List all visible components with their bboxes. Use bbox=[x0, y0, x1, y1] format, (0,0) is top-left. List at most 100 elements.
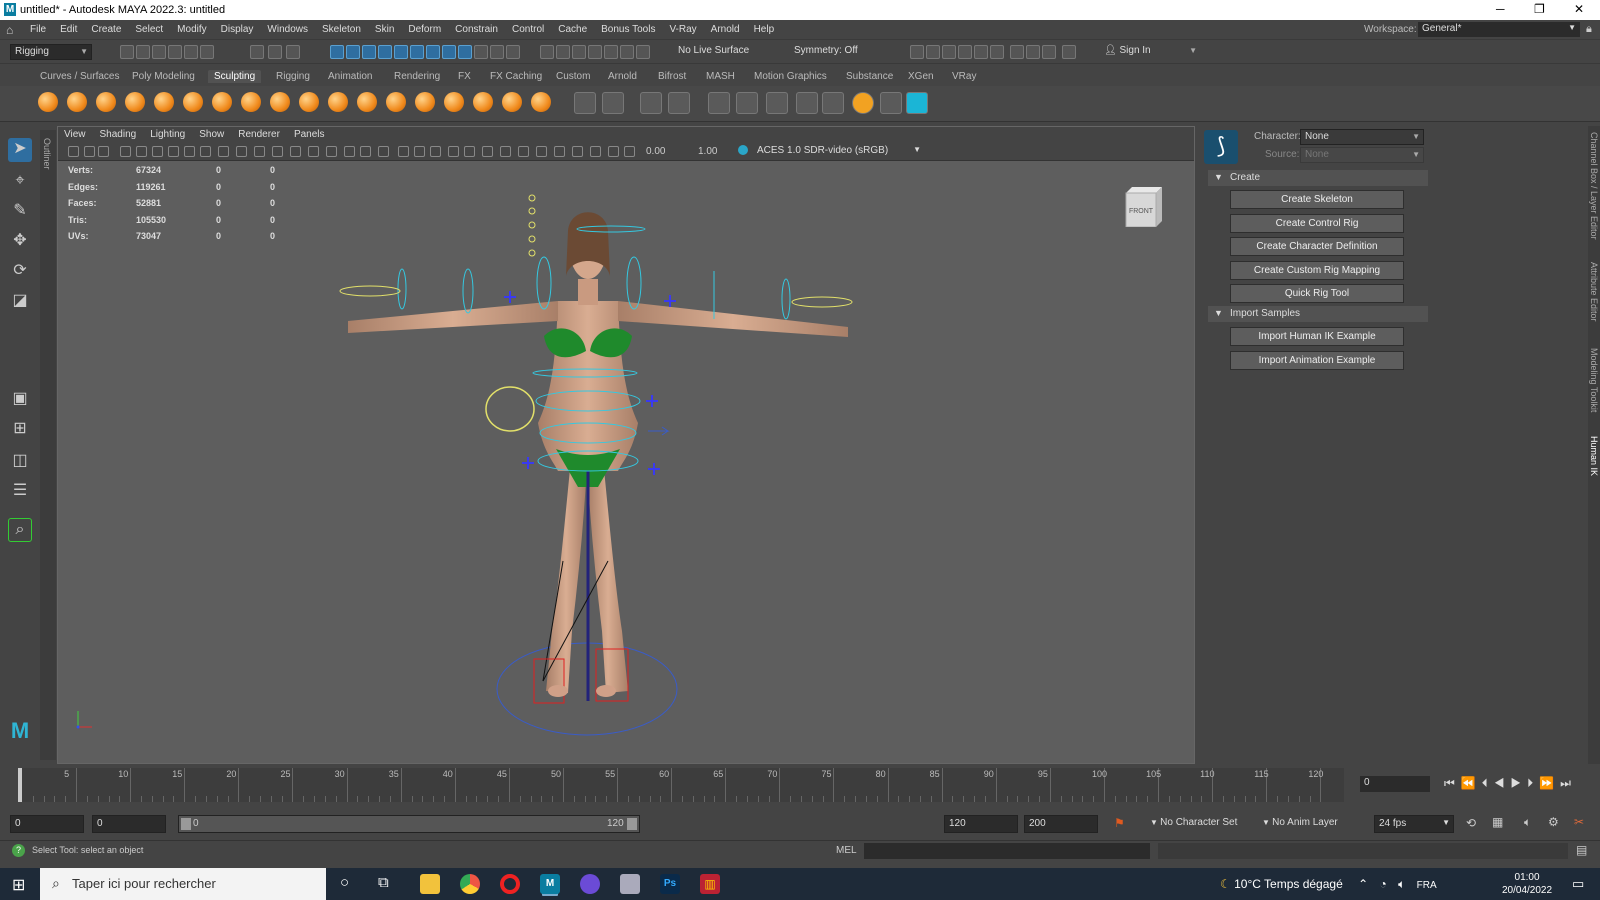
mel-label[interactable]: MEL bbox=[836, 845, 857, 856]
human-ik-logo-icon[interactable]: ⟆ bbox=[1204, 130, 1238, 164]
statusline-tool-icon[interactable] bbox=[1042, 45, 1056, 59]
statusline-tool-icon[interactable] bbox=[120, 45, 134, 59]
statusline-tool-icon[interactable] bbox=[268, 45, 282, 59]
symmetry-field[interactable]: Symmetry: Off bbox=[790, 44, 880, 60]
statusline-tool-icon[interactable] bbox=[136, 45, 150, 59]
statusline-tool-icon[interactable] bbox=[286, 45, 300, 59]
shelf-tool-icon[interactable] bbox=[574, 92, 596, 114]
viewport-tool-icon[interactable] bbox=[136, 146, 147, 157]
right-wrist-control[interactable] bbox=[781, 278, 791, 320]
viewport-tool-icon[interactable] bbox=[254, 146, 265, 157]
shelf-tab-bifrost[interactable]: Bifrost bbox=[652, 70, 692, 83]
side-tab-modeling-toolkit[interactable]: Modeling Toolkit bbox=[1589, 348, 1599, 412]
viewport-tool-icon[interactable] bbox=[572, 146, 583, 157]
shelf-tool-icon[interactable] bbox=[822, 92, 844, 114]
statusline-tool-icon[interactable] bbox=[958, 45, 972, 59]
home-icon[interactable]: ⌂ bbox=[6, 23, 13, 37]
shelf-tab-arnold[interactable]: Arnold bbox=[602, 70, 643, 83]
character-set-dropdown[interactable]: ▼ No Character Set bbox=[1146, 815, 1256, 833]
shelf-tool-icon[interactable] bbox=[880, 92, 902, 114]
viewport-tool-icon[interactable] bbox=[378, 146, 389, 157]
menu-item-cache[interactable]: Cache bbox=[558, 24, 587, 35]
menu-item-display[interactable]: Display bbox=[221, 24, 254, 35]
left-elbow-control[interactable] bbox=[397, 268, 407, 310]
viewport-tool-icon[interactable] bbox=[414, 146, 425, 157]
side-tab-human-ik[interactable]: Human IK bbox=[1589, 436, 1599, 476]
create-character-definition-button[interactable]: Create Character Definition bbox=[1230, 237, 1404, 256]
menu-item-skin[interactable]: Skin bbox=[375, 24, 394, 35]
outliner-layout-icon[interactable]: ☰ bbox=[8, 480, 32, 504]
shelf-tab-rendering[interactable]: Rendering bbox=[388, 70, 446, 83]
loop-icon[interactable]: ⟲ bbox=[1466, 816, 1476, 830]
weather-text[interactable]: 10°C Temps dégagé bbox=[1234, 877, 1343, 891]
menu-item-skeleton[interactable]: Skeleton bbox=[322, 24, 361, 35]
left-shoulder-control[interactable] bbox=[462, 268, 474, 314]
statusline-tool-icon[interactable] bbox=[604, 45, 618, 59]
menu-item-file[interactable]: File bbox=[30, 24, 46, 35]
close-icon[interactable]: ✕ bbox=[1574, 2, 1584, 16]
playback-controls[interactable]: ⏮⏪⏴◀▶⏵⏩⏭ bbox=[1444, 776, 1577, 791]
viewport-tool-icon[interactable] bbox=[84, 146, 95, 157]
import-human-ik-example-button[interactable]: Import Human IK Example bbox=[1230, 327, 1404, 346]
sculpt-brush-icon[interactable] bbox=[96, 92, 116, 112]
menu-item-create[interactable]: Create bbox=[91, 24, 121, 35]
statusline-tool-icon[interactable] bbox=[620, 45, 634, 59]
shelf-tab-substance[interactable]: Substance bbox=[840, 70, 899, 83]
file-explorer-icon[interactable] bbox=[420, 874, 440, 894]
shelf-tab-motion-graphics[interactable]: Motion Graphics bbox=[748, 70, 833, 83]
viewport-tool-icon[interactable] bbox=[344, 146, 355, 157]
statusline-tool-icon[interactable] bbox=[426, 45, 440, 59]
lock-icon[interactable]: 🔒︎ bbox=[1586, 23, 1592, 36]
task-view-icon[interactable]: ⧉ bbox=[378, 874, 389, 891]
end-time-field[interactable]: 120 bbox=[944, 815, 1018, 833]
windows-start-icon[interactable]: ⊞ bbox=[12, 875, 25, 895]
command-line-input[interactable] bbox=[864, 843, 1150, 859]
sculpt-brush-icon[interactable] bbox=[473, 92, 493, 112]
viewport-tool-icon[interactable] bbox=[290, 146, 301, 157]
paint-select-tool-icon[interactable]: ✎ bbox=[8, 200, 32, 224]
rotate-tool-icon[interactable]: ⟳ bbox=[8, 260, 32, 284]
viewport-tool-icon[interactable] bbox=[554, 146, 565, 157]
sculpt-brush-icon[interactable] bbox=[125, 92, 145, 112]
statusline-tool-icon[interactable] bbox=[556, 45, 570, 59]
notification-icon[interactable]: ▭ bbox=[1572, 876, 1584, 892]
shelf-tab-custom[interactable]: Custom bbox=[550, 70, 596, 83]
start-time-field[interactable]: 0 bbox=[10, 815, 84, 833]
viewport-menu-view[interactable]: View bbox=[64, 127, 86, 143]
side-tab-channel-box-layer-editor[interactable]: Channel Box / Layer Editor bbox=[1589, 132, 1599, 240]
viewport-scene[interactable] bbox=[58, 161, 1194, 765]
viewport-tool-icon[interactable] bbox=[98, 146, 109, 157]
sculpt-brush-icon[interactable] bbox=[386, 92, 406, 112]
shelf-tool-icon[interactable] bbox=[708, 92, 730, 114]
viewport-tool-icon[interactable] bbox=[448, 146, 459, 157]
colorspace-dropdown[interactable]: ACES 1.0 SDR-video (sRGB) ▼ bbox=[754, 145, 924, 158]
statusline-tool-icon[interactable] bbox=[910, 45, 924, 59]
sculpt-brush-icon[interactable] bbox=[357, 92, 377, 112]
neck-controls[interactable] bbox=[528, 194, 536, 257]
viewport-tool-icon[interactable] bbox=[120, 146, 131, 157]
statusline-tool-icon[interactable] bbox=[250, 45, 264, 59]
menu-item-modify[interactable]: Modify bbox=[177, 24, 206, 35]
network-icon[interactable]: ◔ bbox=[1380, 877, 1387, 891]
shelf-tab-fx-caching[interactable]: FX Caching bbox=[484, 70, 548, 83]
viewport-tool-icon[interactable] bbox=[398, 146, 409, 157]
range-start-handle[interactable] bbox=[181, 818, 191, 830]
viewport-menu-renderer[interactable]: Renderer bbox=[238, 127, 280, 143]
menu-item-arnold[interactable]: Arnold bbox=[711, 24, 740, 35]
quick-rig-tool-button[interactable]: Quick Rig Tool bbox=[1230, 284, 1404, 303]
minimize-icon[interactable]: ─ bbox=[1496, 2, 1505, 16]
fps-dropdown[interactable]: 24 fps ▼ bbox=[1374, 815, 1454, 833]
statusline-tool-icon[interactable] bbox=[394, 45, 408, 59]
statusline-tool-icon[interactable] bbox=[442, 45, 456, 59]
outliner-tab[interactable]: Outliner bbox=[40, 130, 56, 760]
statusline-tool-icon[interactable] bbox=[330, 45, 344, 59]
create-control-rig-button[interactable]: Create Control Rig bbox=[1230, 213, 1404, 233]
gamma-field[interactable]: 1.00 bbox=[698, 146, 717, 157]
statusline-tool-icon[interactable] bbox=[572, 45, 586, 59]
live-surface-field[interactable]: No Live Surface bbox=[674, 44, 774, 60]
anim-end-field[interactable]: 200 bbox=[1024, 815, 1098, 833]
sculpt-brush-icon[interactable] bbox=[67, 92, 87, 112]
statusline-tool-icon[interactable] bbox=[990, 45, 1004, 59]
statusline-tool-icon[interactable] bbox=[1010, 45, 1024, 59]
sound-icon[interactable]: 🔈︎ bbox=[1524, 815, 1531, 830]
